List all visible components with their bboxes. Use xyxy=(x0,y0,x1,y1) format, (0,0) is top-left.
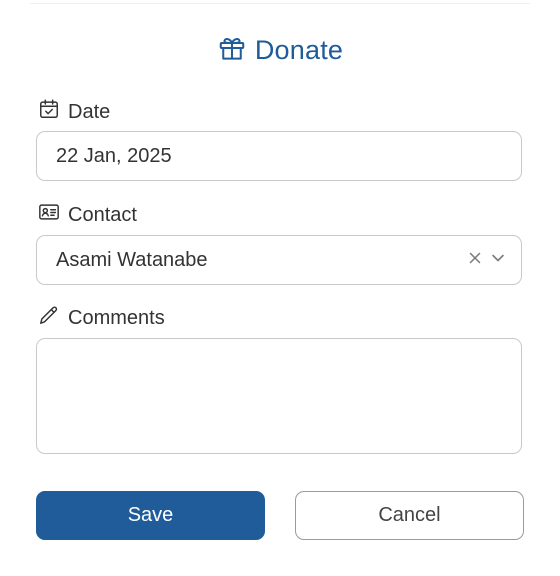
date-label-text: Date xyxy=(68,100,111,123)
contact-select[interactable]: Asami Watanabe xyxy=(36,235,522,285)
contact-select-value: Asami Watanabe xyxy=(56,248,208,271)
contact-label-text: Contact xyxy=(68,203,137,226)
comments-textarea[interactable] xyxy=(36,338,522,454)
chevron-down-icon[interactable] xyxy=(491,251,505,270)
close-icon[interactable] xyxy=(468,251,482,270)
contact-select-controls xyxy=(468,236,505,284)
save-button[interactable]: Save xyxy=(36,491,265,540)
dialog-title: Donate xyxy=(0,30,560,70)
gift-icon xyxy=(217,33,247,68)
date-label: Date xyxy=(38,98,110,126)
dialog-top-edge xyxy=(30,0,530,4)
pencil-icon xyxy=(38,304,60,332)
dialog-title-text: Donate xyxy=(254,34,344,65)
calendar-check-icon xyxy=(38,98,60,126)
contact-label: Contact xyxy=(38,201,137,229)
contact-card-icon xyxy=(38,201,60,229)
date-input[interactable]: 22 Jan, 2025 xyxy=(36,131,522,181)
donate-dialog: Donate Date 22 Jan, 2025 Contact Asami W… xyxy=(0,0,560,576)
comments-label-text: Comments xyxy=(68,306,165,329)
date-input-value: 22 Jan, 2025 xyxy=(56,144,172,167)
comments-label: Comments xyxy=(38,304,165,332)
cancel-button[interactable]: Cancel xyxy=(295,491,524,540)
